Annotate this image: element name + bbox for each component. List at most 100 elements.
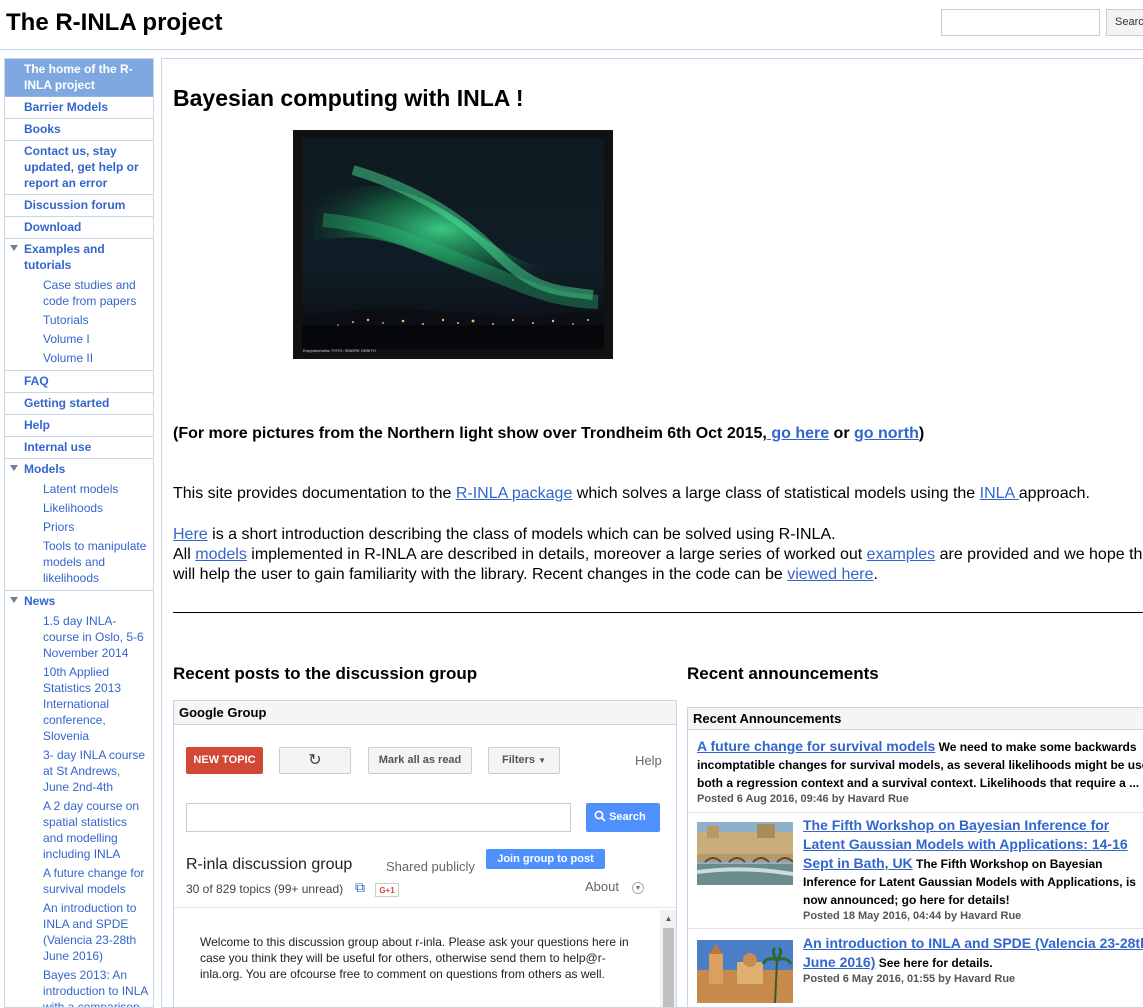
- collapse-triangle-icon[interactable]: [10, 597, 18, 603]
- sidebar-sub-news-bayes2013[interactable]: Bayes 2013: An introduction to INLA with…: [5, 966, 153, 1007]
- collapse-triangle-icon[interactable]: [10, 465, 18, 471]
- refresh-icon: ↻: [308, 752, 322, 769]
- sidebar-item-home[interactable]: The home of the R-INLA project: [5, 59, 153, 97]
- site-search-button[interactable]: Search: [1106, 9, 1143, 36]
- sidebar-item-models[interactable]: Models: [5, 459, 153, 480]
- announcement-text: An introduction to INLA and SPDE (Valenc…: [803, 934, 1143, 972]
- collapse-triangle-icon[interactable]: [10, 245, 18, 251]
- announcement-posted: Posted 6 Aug 2016, 09:46 by Havard Rue: [697, 793, 909, 805]
- search-icon: [594, 810, 606, 822]
- sidebar-item-getting-started[interactable]: Getting started: [5, 393, 153, 415]
- refresh-button[interactable]: ↻: [279, 747, 351, 774]
- go-here-link[interactable]: go here: [767, 425, 829, 442]
- filters-dropdown[interactable]: Filters ▼: [488, 747, 560, 774]
- models-line-3: will help the user to gain familiarity w…: [173, 565, 1143, 585]
- sidebar-sub-case-studies[interactable]: Case studies and code from papers: [5, 276, 153, 311]
- bath-bridge-thumbnail[interactable]: [696, 822, 794, 885]
- sidebar-sub-likelihoods[interactable]: Likelihoods: [5, 499, 153, 518]
- scrollbar-thumb[interactable]: [663, 928, 674, 1007]
- line2-rest: are provided and we hope this: [935, 546, 1143, 563]
- sidebar-sub-volume-2[interactable]: Volume II: [5, 349, 153, 368]
- sidebar-item-discussion-forum[interactable]: Discussion forum: [5, 195, 153, 217]
- sidebar-item-contact[interactable]: Contact us, stay updated, get help or re…: [5, 141, 153, 195]
- main-content: Bayesian computing with INLA ! Kroppanma…: [161, 58, 1143, 1008]
- list-divider: [174, 907, 676, 908]
- new-topic-button[interactable]: NEW TOPIC: [186, 747, 263, 774]
- google-group-title: Google Group: [174, 701, 676, 725]
- announcement-item: A future change for survival models We n…: [688, 735, 1143, 813]
- models-line-1: Here is a short introduction describing …: [173, 525, 1143, 545]
- line2-mid: implemented in R-INLA are described in d…: [246, 546, 867, 563]
- google-plus-button[interactable]: G+1: [375, 883, 399, 897]
- scroll-up-arrow-icon[interactable]: ▲: [660, 910, 676, 927]
- sidebar-item-barrier-models[interactable]: Barrier Models: [5, 97, 153, 119]
- sidebar-sub-news-survival[interactable]: A future change for survival models: [5, 864, 153, 899]
- sidebar-sub-news-slovenia[interactable]: 10th Applied Statistics 2013 Internation…: [5, 663, 153, 746]
- chevron-down-icon[interactable]: ▼: [632, 882, 644, 894]
- sidebar-item-books[interactable]: Books: [5, 119, 153, 141]
- join-group-button[interactable]: Join group to post: [486, 849, 605, 869]
- bath-bridge-image: [696, 822, 794, 885]
- sidebar-item-examples[interactable]: Examples and tutorials: [5, 239, 153, 276]
- group-welcome-message: Welcome to this discussion group about r…: [200, 935, 629, 981]
- recent-announcements-heading: Recent announcements: [687, 664, 879, 683]
- horizontal-divider: [173, 612, 1143, 613]
- sidebar-sub-tutorials[interactable]: Tutorials: [5, 311, 153, 330]
- photo-caption: Kroppanmarka. FOTO: SINDRE DEBITH: [303, 348, 376, 353]
- note-middle: or: [829, 425, 854, 442]
- sidebar-sub-news-spatial[interactable]: A 2 day course on spatial statistics and…: [5, 797, 153, 864]
- site-title[interactable]: The R-INLA project: [6, 9, 222, 37]
- sidebar-item-download[interactable]: Download: [5, 217, 153, 239]
- intro-middle: which solves a large class of statistica…: [572, 485, 980, 502]
- r-inla-package-link[interactable]: R-INLA package: [456, 485, 573, 502]
- announcement-content: The Fifth Workshop on Bayesian Inference…: [803, 816, 1143, 922]
- group-search-input[interactable]: [186, 803, 571, 832]
- sidebar-item-faq[interactable]: FAQ: [5, 371, 153, 393]
- models-link[interactable]: models: [195, 546, 247, 563]
- line1-rest: is a short introduction describing the c…: [207, 526, 836, 543]
- line3-suffix: .: [873, 566, 878, 583]
- sidebar-sub-news-st-andrews[interactable]: 3- day INLA course at St Andrews, June 2…: [5, 746, 153, 797]
- sidebar-sub-tools[interactable]: Tools to manipulate models and likelihoo…: [5, 537, 153, 588]
- viewed-here-link[interactable]: viewed here: [787, 566, 873, 583]
- page-title: Bayesian computing with INLA !: [173, 85, 524, 111]
- sidebar-item-help[interactable]: Help: [5, 415, 153, 437]
- announcements-panel: Recent Announcements A future change for…: [687, 707, 1143, 1007]
- help-link[interactable]: Help: [635, 753, 662, 768]
- sidebar-item-internal-use[interactable]: Internal use: [5, 437, 153, 459]
- sidebar-nav: The home of the R-INLA project Barrier M…: [4, 58, 154, 1008]
- sidebar-sub-news-oslo[interactable]: 1.5 day INLA-course in Oslo, 5-6 Novembe…: [5, 612, 153, 663]
- announcement-text: A future change for survival models We n…: [697, 737, 1143, 792]
- chevron-down-icon: ▼: [538, 756, 546, 765]
- site-search-input[interactable]: [941, 9, 1100, 36]
- search-label: Search: [609, 811, 646, 823]
- site-header: The R-INLA project Search: [0, 0, 1143, 50]
- google-group-embed: Google Group NEW TOPIC ↻ Mark all as rea…: [173, 700, 677, 1007]
- aurora-illustration: [293, 130, 613, 359]
- sidebar-group-news: News 1.5 day INLA-course in Oslo, 5-6 No…: [5, 591, 153, 1007]
- sidebar-sub-latent-models[interactable]: Latent models: [5, 480, 153, 499]
- group-search-button[interactable]: Search: [586, 803, 660, 832]
- sidebar-item-news[interactable]: News: [5, 591, 153, 612]
- here-link[interactable]: Here: [173, 526, 208, 543]
- note-suffix: ): [918, 425, 925, 442]
- models-paragraph: Here is a short introduction describing …: [173, 525, 1143, 585]
- mark-all-read-button[interactable]: Mark all as read: [368, 747, 472, 774]
- intro-paragraph: This site provides documentation to the …: [173, 485, 1090, 503]
- announcement-content: An introduction to INLA and SPDE (Valenc…: [803, 934, 1143, 985]
- announcement-title-link[interactable]: A future change for survival models: [697, 738, 935, 754]
- intro-suffix: approach.: [1018, 485, 1090, 502]
- sidebar-sub-volume-1[interactable]: Volume I: [5, 330, 153, 349]
- inla-approach-link[interactable]: INLA: [980, 485, 1019, 502]
- sidebar-item-label: Examples and tutorials: [24, 242, 105, 272]
- sidebar-sub-priors[interactable]: Priors: [5, 518, 153, 537]
- topic-count: 30 of 829 topics (99+ unread): [186, 882, 344, 896]
- note-prefix: (For more pictures from the Northern lig…: [173, 425, 767, 442]
- about-link[interactable]: About: [585, 879, 619, 894]
- valencia-thumbnail[interactable]: [697, 940, 793, 1004]
- go-north-link[interactable]: go north: [854, 425, 919, 442]
- popout-icon[interactable]: ⧉: [355, 879, 365, 896]
- examples-link[interactable]: examples: [867, 546, 935, 563]
- sidebar-sub-news-valencia[interactable]: An introduction to INLA and SPDE (Valenc…: [5, 899, 153, 966]
- sidebar-item-label: Models: [24, 462, 66, 476]
